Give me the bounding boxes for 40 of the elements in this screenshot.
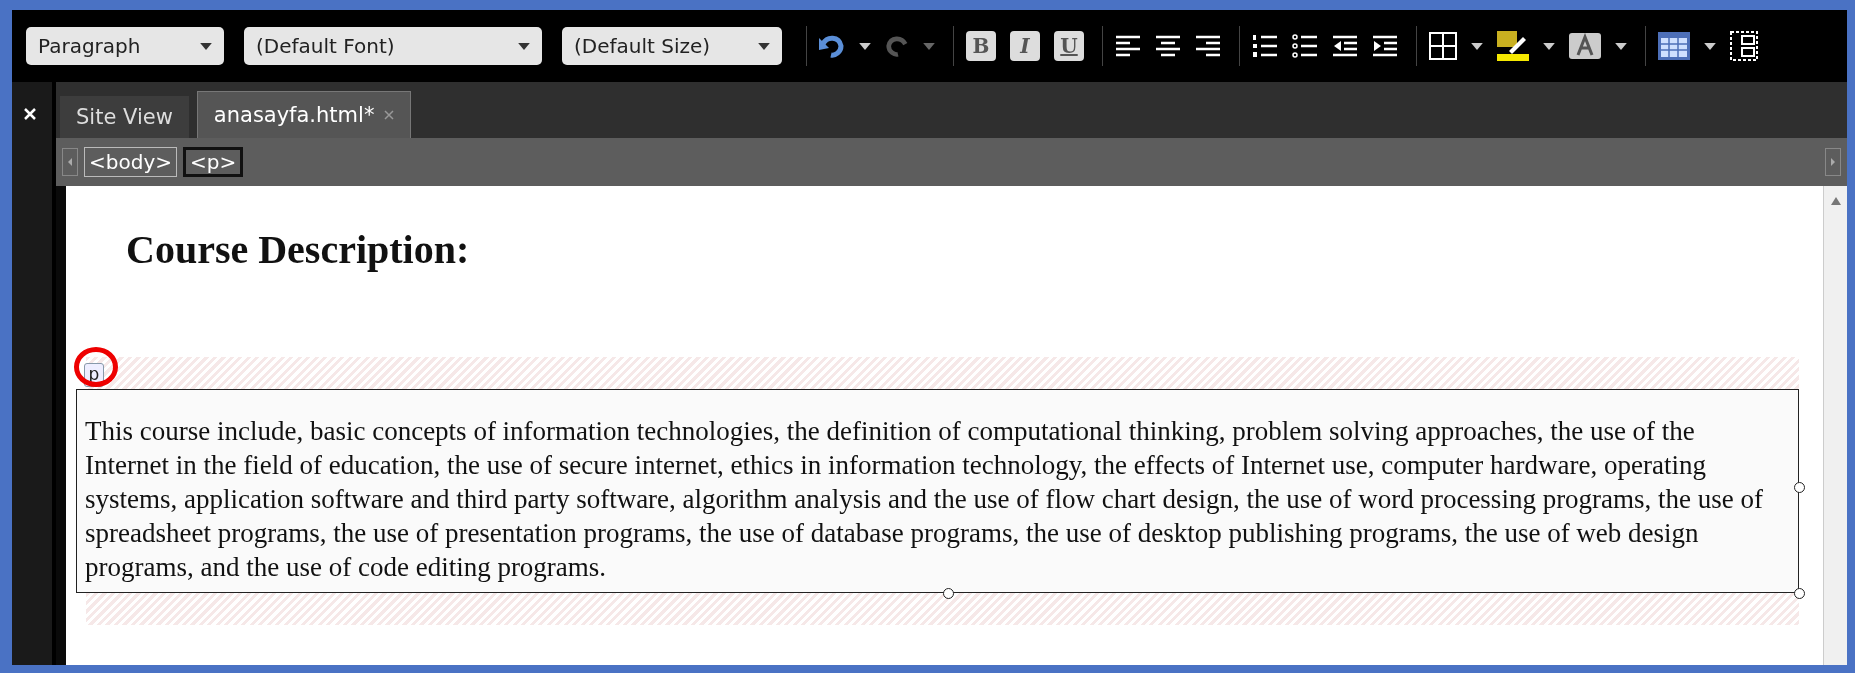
indent-icon[interactable] bbox=[1372, 34, 1398, 58]
scroll-left-icon[interactable] bbox=[62, 148, 78, 176]
caret-icon[interactable] bbox=[1543, 42, 1555, 50]
tag-button[interactable]: <body> bbox=[84, 147, 177, 177]
outdent-icon[interactable] bbox=[1332, 34, 1358, 58]
format-dropdown[interactable]: (Default Font) bbox=[244, 27, 542, 65]
numbered-list-icon[interactable] bbox=[1252, 34, 1278, 58]
align-icon[interactable] bbox=[1195, 34, 1221, 58]
layer-box-icon[interactable] bbox=[1730, 31, 1758, 61]
caret-icon bbox=[200, 42, 212, 50]
heading: Course Description: bbox=[126, 226, 471, 273]
highlighter-icon[interactable] bbox=[1497, 31, 1529, 61]
format-dropdown[interactable]: (Default Size) bbox=[562, 27, 782, 65]
table-grid-icon[interactable] bbox=[1429, 32, 1457, 60]
format-dropdown[interactable]: Paragraph bbox=[26, 27, 224, 65]
caret-icon bbox=[518, 42, 530, 50]
undo-icon[interactable] bbox=[819, 34, 845, 58]
align-icon[interactable] bbox=[1115, 34, 1141, 58]
bulleted-list-icon[interactable] bbox=[1292, 34, 1318, 58]
scrollbar[interactable] bbox=[1823, 186, 1847, 665]
paragraph: This course include, basic concepts of information technologies, the definition of computational thinking, problem solving approaches, the use of the Internet in the field of education, the use of secure internet, ethics in information technology, the effects of Internet use, computer hardware, operating systems, application software and third party software, algorithm analysis and the use of flow chart design, the use of word processing programs, the use of spreadsheet programs, the use of presentation programs, the use of database programs, the use of desktop publishing programs, the use of web design programs, and the use of code editing programs. bbox=[85, 415, 1765, 584]
paragraph-selection-box[interactable] bbox=[76, 389, 1799, 593]
font-color-icon[interactable] bbox=[1569, 33, 1601, 59]
caret-icon[interactable] bbox=[1471, 42, 1483, 50]
document-tab[interactable]: anasayfa.html* bbox=[196, 91, 412, 138]
caret-icon[interactable] bbox=[1704, 42, 1716, 50]
format-button[interactable]: I bbox=[1010, 31, 1040, 61]
scroll-up-icon[interactable] bbox=[1829, 196, 1842, 206]
scroll-right-icon[interactable] bbox=[1825, 148, 1841, 176]
caret-icon[interactable] bbox=[859, 42, 871, 50]
resize-handle[interactable] bbox=[1794, 482, 1805, 493]
redo-icon[interactable] bbox=[885, 34, 909, 58]
tag-button[interactable]: <p> bbox=[183, 147, 244, 177]
format-button[interactable]: U bbox=[1054, 31, 1084, 61]
caret-icon bbox=[758, 42, 770, 50]
format-button[interactable]: B bbox=[966, 31, 996, 61]
align-icon[interactable] bbox=[1155, 34, 1181, 58]
caret-icon[interactable] bbox=[1615, 42, 1627, 50]
table-icon[interactable] bbox=[1658, 32, 1690, 60]
document-tab[interactable]: Site View bbox=[60, 96, 189, 138]
